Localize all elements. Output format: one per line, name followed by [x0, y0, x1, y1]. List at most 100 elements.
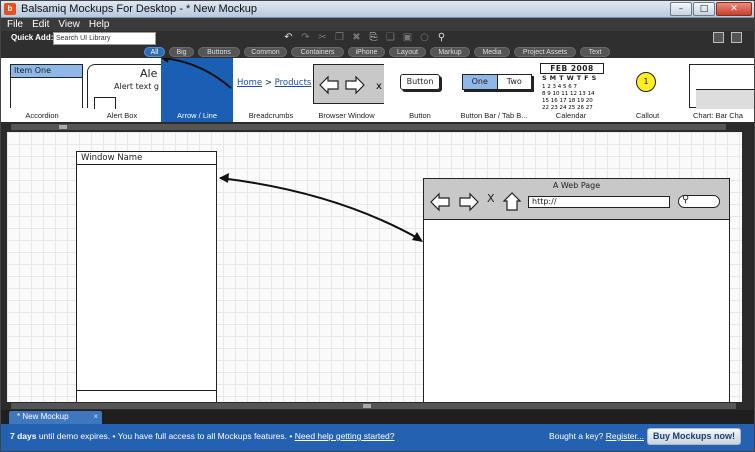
tab-big[interactable]: Big — [169, 47, 194, 57]
quick-add-label: Quick Add: — [11, 33, 54, 42]
lock-icon[interactable]: ○ — [419, 32, 430, 43]
calendar-dates-icon: 1 2 3 4 5 6 7 8 9 10 11 12 13 14 15 16 1… — [542, 84, 595, 111]
tab-buttons[interactable]: Buttons — [198, 47, 240, 57]
canvas-vertical-scrollbar[interactable] — [742, 132, 754, 402]
browser-stop-icon: X — [487, 192, 495, 205]
tab-media[interactable]: Media — [474, 47, 510, 57]
browser-widget-title: A Web Page — [552, 181, 601, 190]
tab-new-mockup[interactable]: * New Mockup × — [9, 411, 102, 424]
component-label: Button — [409, 111, 431, 120]
minimize-button[interactable]: – — [670, 2, 692, 16]
svg-text:22 23 24 25 26 27: 22 23 24 25 26 27 — [542, 105, 593, 110]
tab-common[interactable]: Common — [244, 47, 287, 57]
register-link[interactable]: Register... — [606, 431, 644, 441]
browser-preview: x — [313, 64, 384, 104]
app-logo-icon: b — [4, 3, 16, 15]
buttonbar-preview: One Two — [462, 74, 532, 90]
tab-containers[interactable]: Containers — [291, 47, 344, 57]
browser-widget[interactable]: A Web Page X http:// ⚲ — [423, 178, 730, 402]
component-label: Alert Box — [106, 111, 138, 120]
alert-preview-title: Ale — [140, 67, 158, 80]
alert-preview-button — [94, 97, 116, 109]
menu-file[interactable]: File — [7, 18, 23, 31]
component-label: Breadcrumbs — [248, 111, 294, 120]
undo-icon[interactable]: ↶ — [283, 32, 294, 43]
component-label: Arrow / Line — [176, 111, 218, 120]
component-arrow-line[interactable]: Arrow / Line — [161, 58, 233, 122]
library-scrollbar-thumb[interactable] — [11, 124, 726, 130]
browser-search-field[interactable]: ⚲ — [678, 194, 720, 208]
component-alert-box[interactable]: Ale Alert text g Alert Box — [83, 58, 161, 122]
component-chart-bar[interactable]: Chart: Bar Cha — [685, 58, 754, 122]
breadcrumb-preview: Home > Products — [237, 78, 312, 88]
menu-view[interactable]: View — [58, 18, 80, 31]
maximize-button[interactable]: □ — [693, 2, 715, 16]
canvas-horizontal-scrollbar-thumb[interactable] — [11, 403, 736, 409]
window-widget[interactable]: Window Name — [76, 151, 217, 402]
svg-text:15 16 17 18 19 20: 15 16 17 18 19 20 — [542, 98, 593, 104]
component-calendar[interactable]: FEB 2008 SMTWTFS 1 2 3 4 5 6 7 8 9 10 11… — [532, 58, 610, 122]
delete-icon[interactable]: ✖ — [351, 32, 362, 43]
status-text: until demo expires. • You have full acce… — [36, 431, 295, 441]
component-accordion[interactable]: Item One Accordion — [1, 58, 83, 122]
duplicate-icon[interactable]: ❑ — [385, 32, 396, 43]
component-browser-window[interactable]: x Browser Window — [309, 58, 384, 122]
component-label: Browser Window — [318, 111, 375, 120]
tab-layout[interactable]: Layout — [389, 47, 426, 57]
panel-toggles — [713, 32, 742, 43]
tab-markup[interactable]: Markup — [430, 47, 470, 57]
tab-iphone[interactable]: iPhone — [348, 47, 385, 57]
svg-text:8 9 10 11 12 13 14: 8 9 10 11 12 13 14 — [542, 91, 595, 97]
component-label: Callout — [635, 111, 660, 120]
alert-preview-text: Alert text g — [114, 82, 159, 91]
search-icon[interactable]: ⚲ — [436, 32, 447, 43]
component-button-bar[interactable]: One Two Button Bar / Tab B... — [456, 58, 532, 122]
mockup-canvas[interactable]: Window Name A Web Page X http:// ⚲ — [7, 132, 742, 402]
properties-toggle-icon[interactable] — [713, 32, 724, 43]
accordion-item: Item One — [11, 65, 82, 78]
cut-icon[interactable]: ✂ — [317, 32, 328, 43]
component-breadcrumbs[interactable]: Home > Products Breadcrumbs — [233, 58, 312, 122]
close-tab-icon[interactable]: × — [93, 411, 98, 423]
component-callout[interactable]: 1 Callout — [610, 58, 685, 122]
help-link[interactable]: Need help getting started? — [295, 431, 395, 441]
close-window-button[interactable]: ✕ — [716, 2, 752, 16]
quick-add-input[interactable]: Search UI Library — [53, 32, 156, 45]
title-bar: b Balsamiq Mockups For Desktop - * New M… — [1, 1, 754, 18]
browser-preview-nav-icon: x — [319, 75, 382, 95]
fullscreen-toggle-icon[interactable] — [731, 32, 742, 43]
svg-text:1 2 3 4 5 6 7: 1 2 3 4 5 6 7 — [542, 84, 577, 90]
library-filter-tabs: All Big Buttons Common Containers iPhone… — [1, 46, 754, 58]
chart-preview — [689, 64, 754, 109]
calendar-preview: FEB 2008 SMTWTFS 1 2 3 4 5 6 7 8 9 10 11… — [540, 63, 604, 111]
menu-bar: File Edit View Help — [1, 18, 754, 31]
component-label: Calendar — [555, 111, 587, 120]
browser-url-field[interactable]: http:// — [528, 196, 670, 208]
tab-label: * New Mockup — [17, 412, 69, 421]
demo-status: 7 days until demo expires. • You have fu… — [10, 431, 394, 441]
copy-icon[interactable]: ❐ — [334, 32, 345, 43]
group-icon[interactable]: ▣ — [402, 32, 413, 43]
buy-button[interactable]: Buy Mockups now! — [647, 428, 741, 445]
component-button[interactable]: Button Button — [384, 58, 456, 122]
tab-project-assets[interactable]: Project Assets — [514, 47, 576, 57]
component-label: Button Bar / Tab B... — [460, 111, 528, 120]
browser-nav-buttons-icon — [430, 192, 522, 212]
tab-text[interactable]: Text — [580, 47, 610, 57]
menu-edit[interactable]: Edit — [32, 18, 49, 31]
status-bar: 7 days until demo expires. • You have fu… — [1, 424, 754, 451]
window-title: Balsamiq Mockups For Desktop - * New Moc… — [21, 3, 257, 15]
document-tabs: * New Mockup × — [1, 410, 754, 424]
days-remaining: 7 days — [10, 431, 37, 441]
callout-preview: 1 — [636, 72, 656, 92]
toolbar: Quick Add: Search UI Library ↶ ↷ ✂ ❐ ✖ ⎘… — [1, 31, 754, 46]
tab-all[interactable]: All — [144, 47, 165, 57]
library-scrollbar[interactable] — [1, 122, 754, 132]
browser-widget-toolbar: A Web Page X http:// ⚲ — [424, 179, 729, 220]
arrow-preview-icon — [161, 58, 232, 89]
redo-icon[interactable]: ↷ — [300, 32, 311, 43]
menu-help[interactable]: Help — [89, 18, 110, 31]
svg-text:x: x — [376, 81, 382, 92]
paste-icon[interactable]: ⎘ — [368, 32, 379, 43]
canvas-horizontal-scrollbar[interactable] — [1, 402, 754, 410]
